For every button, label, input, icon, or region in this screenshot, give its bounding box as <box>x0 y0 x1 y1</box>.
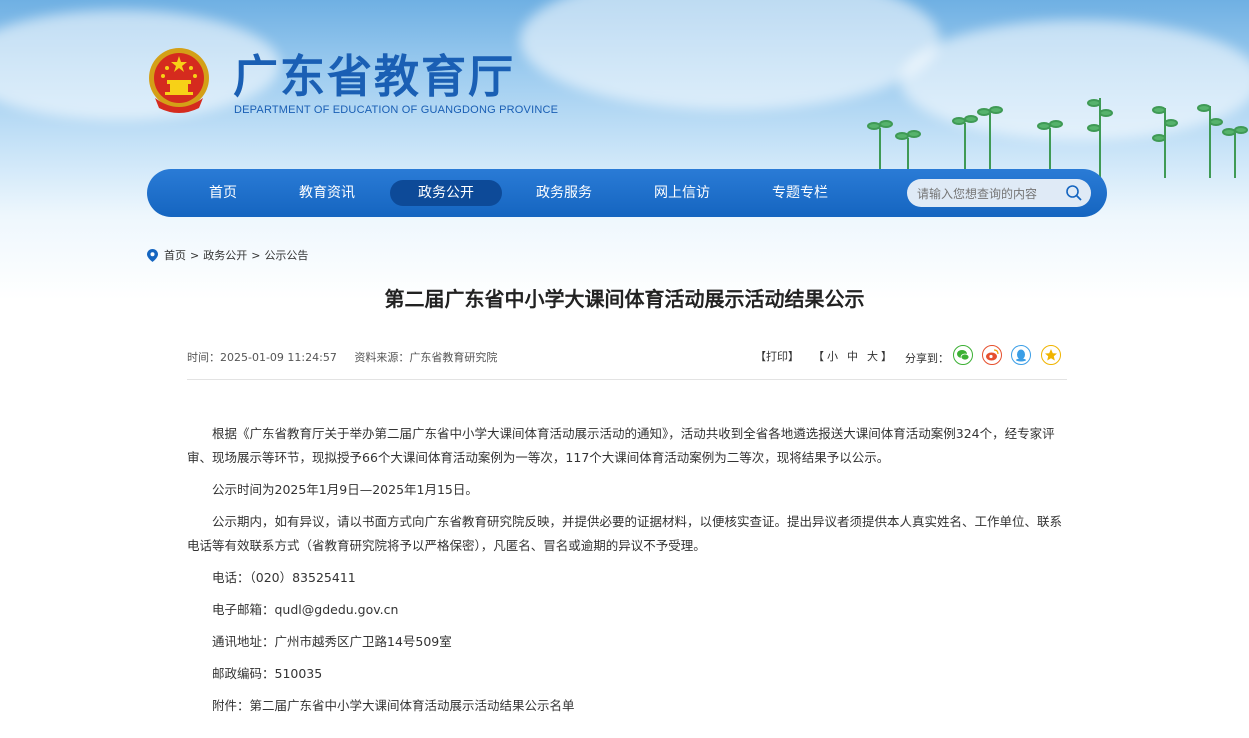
nav-item-home[interactable]: 首页 <box>167 180 279 206</box>
contact-address: 通讯地址：广州市越秀区广卫路14号509室 <box>212 634 452 649</box>
breadcrumb-separator: > <box>251 249 261 262</box>
wechat-icon[interactable] <box>953 345 973 365</box>
font-size-bracket-close: 】 <box>881 350 892 363</box>
article-paragraph: 公示时间为2025年1月9日—2025年1月15日。 <box>212 482 478 497</box>
site-title: 广东省教育厅 <box>233 50 516 103</box>
qzone-star-icon[interactable] <box>1041 345 1061 365</box>
source: 资料来源：广东省教育研究院 <box>354 351 498 364</box>
article-body: 根据《广东省教育厅关于举办第二届广东省中小学大课间体育活动展示活动的通知》，活动… <box>187 422 1072 726</box>
breadcrumb-separator: > <box>190 249 200 262</box>
nav-item-special-topics[interactable]: 专题专栏 <box>744 180 856 206</box>
meta-divider <box>187 379 1067 380</box>
nav-item-online-petition[interactable]: 网上信访 <box>626 180 738 206</box>
contact-postcode: 邮政编码：510035 <box>212 666 323 681</box>
article-paragraph: 公示期内，如有异议，请以书面方式向广东省教育研究院反映，并提供必要的证据材料，以… <box>187 514 1063 553</box>
font-size-small-button[interactable]: 小 <box>827 348 838 364</box>
breadcrumb: 首页 > 政务公开 > 公示公告 <box>147 247 308 263</box>
nav-item-education-news[interactable]: 教育资讯 <box>271 180 383 206</box>
nav-item-government-services[interactable]: 政务服务 <box>508 180 620 206</box>
print-button[interactable]: 【打印】 <box>755 348 799 364</box>
weibo-icon[interactable] <box>982 345 1002 365</box>
breadcrumb-announcements[interactable]: 公示公告 <box>264 249 308 262</box>
main-navigation: 首页 教育资讯 政务公开 政务服务 网上信访 专题专栏 <box>147 169 1107 217</box>
location-pin-icon <box>147 249 158 262</box>
article-meta: 时间：2025-01-09 11:24:57 资料来源：广东省教育研究院 <box>187 349 511 365</box>
breadcrumb-home[interactable]: 首页 <box>164 249 186 262</box>
site-subtitle: DEPARTMENT OF EDUCATION OF GUANGDONG PRO… <box>234 104 559 116</box>
font-size-medium-button[interactable]: 中 <box>847 348 858 364</box>
national-emblem-icon <box>149 48 209 113</box>
article-paragraph: 根据《广东省教育厅关于举办第二届广东省中小学大课间体育活动展示活动的通知》，活动… <box>187 426 1055 465</box>
contact-phone: 电话：（020）83525411 <box>212 570 356 585</box>
share-label: 分享到： <box>905 352 949 365</box>
contact-email: 电子邮箱：qudl@gdedu.gov.cn <box>212 602 399 617</box>
nav-item-government-affairs[interactable]: 政务公开 <box>390 180 502 206</box>
publish-time: 时间：2025-01-09 11:24:57 <box>187 351 337 364</box>
search-icon[interactable] <box>1065 184 1083 202</box>
breadcrumb-government-affairs[interactable]: 政务公开 <box>203 249 247 262</box>
search-input[interactable] <box>915 179 1064 209</box>
search-box <box>907 179 1091 209</box>
attachment-link[interactable]: 附件：第二届广东省中小学大课间体育活动展示活动结果公示名单 <box>187 694 1072 718</box>
qq-icon[interactable] <box>1011 345 1031 365</box>
font-size-large-button[interactable]: 大 <box>867 348 878 364</box>
plant-decoration <box>867 98 1248 178</box>
article-title: 第二届广东省中小学大课间体育活动展示活动结果公示 <box>384 287 865 311</box>
font-size-bracket-open: 【 <box>813 350 824 363</box>
